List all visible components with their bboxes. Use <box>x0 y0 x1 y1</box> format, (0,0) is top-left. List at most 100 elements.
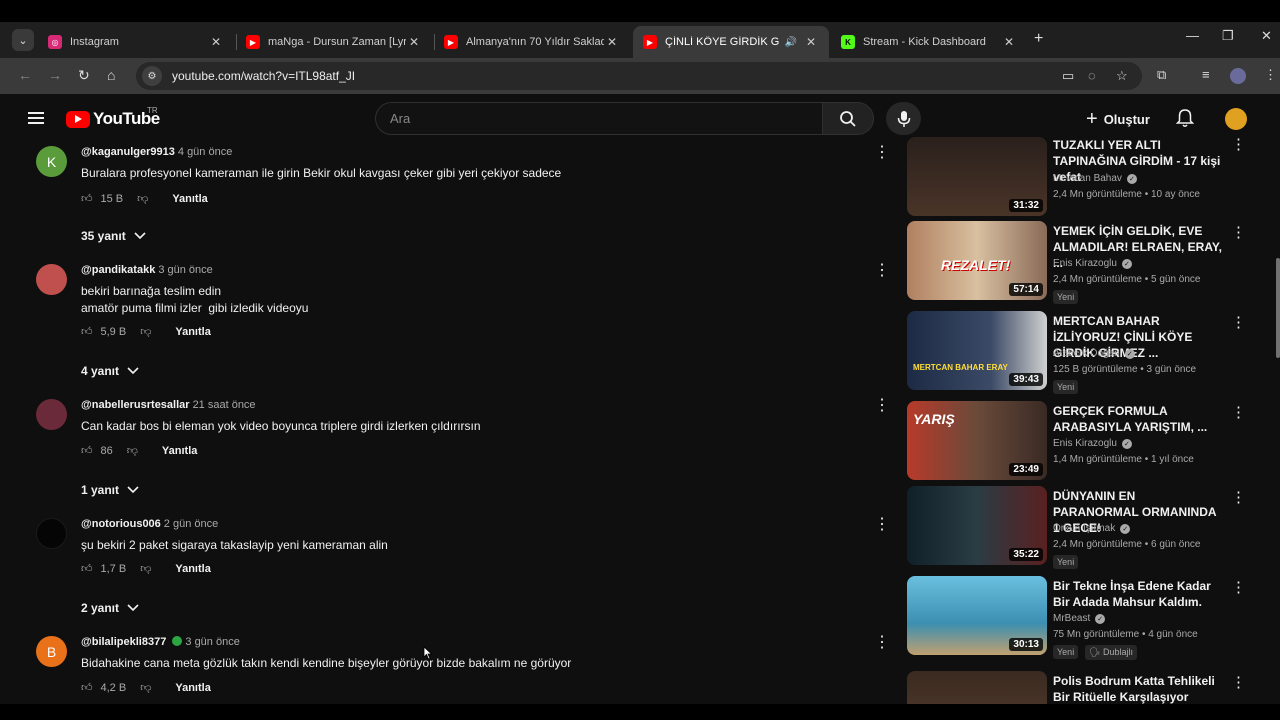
commenter-avatar[interactable] <box>36 264 67 295</box>
replies-toggle[interactable]: 2 yanıt <box>81 601 139 615</box>
comment-time[interactable]: 3 gün önce <box>185 636 239 648</box>
video-title[interactable]: Polis Bodrum Katta Tehlikeli Bir Ritüell… <box>1053 673 1223 704</box>
recommendation-item[interactable]: MERTCAN BAHAR ERAY 39:43 MERTCAN BAHAR İ… <box>907 311 1252 394</box>
thumbs-down-icon[interactable]: 👎︎ <box>140 562 151 575</box>
reply-button[interactable]: Yanıtla <box>175 682 210 694</box>
video-thumbnail[interactable]: YARIŞ 23:49 <box>907 401 1047 480</box>
reply-button[interactable]: Yanıtla <box>175 563 210 575</box>
thumbs-up-icon[interactable]: 👍︎ <box>81 444 93 457</box>
replies-toggle[interactable]: 35 yanıt <box>81 229 146 243</box>
thumbs-down-icon[interactable]: 👎︎ <box>140 325 151 338</box>
more-vert-icon[interactable]: ⋮ <box>874 395 890 415</box>
channel-name[interactable]: Mevtcan Bahav ✓ <box>1053 173 1137 184</box>
commenter-avatar[interactable]: K <box>36 146 67 177</box>
close-window-icon[interactable]: ✕ <box>1261 28 1272 44</box>
tab-kick[interactable]: K Stream - Kick Dashboard ✕ <box>831 26 1027 58</box>
recommendation-item[interactable]: REZALET! 57:14 YEMEK İÇİN GELDİK, EVE AL… <box>907 221 1252 304</box>
search-button[interactable] <box>822 102 874 135</box>
site-info-icon[interactable]: ⚙ <box>142 66 162 86</box>
close-icon[interactable]: ✕ <box>604 35 620 49</box>
back-arrow-icon[interactable]: ← <box>18 67 32 83</box>
more-vert-icon[interactable]: ⋮ <box>1231 673 1246 691</box>
tab-manga[interactable]: ▶ maNga - Dursun Zaman [Lyrics ✕ <box>236 26 432 58</box>
commenter-avatar[interactable]: B <box>36 636 67 667</box>
video-thumbnail[interactable]: REZALET! 57:14 <box>907 221 1047 300</box>
hamburger-menu-icon[interactable] <box>28 112 44 124</box>
thumbs-up-icon[interactable]: 👍︎ <box>81 192 93 205</box>
minimize-icon[interactable]: — <box>1186 28 1199 43</box>
thumbs-down-icon[interactable]: 👎︎ <box>140 681 151 694</box>
more-vert-icon[interactable]: ⋮ <box>1231 313 1246 331</box>
browser-menu-icon[interactable]: ⋮ <box>1264 67 1277 83</box>
video-thumbnail[interactable]: MERTCAN BAHAR ERAY 39:43 <box>907 311 1047 390</box>
speaker-icon[interactable]: 🔊 <box>785 37 797 48</box>
recommendation-item[interactable]: 31:32 TUZAKLI YER ALTI TAPINAĞINA GİRDİM… <box>907 135 1252 217</box>
more-vert-icon[interactable]: ⋮ <box>1231 578 1246 596</box>
more-vert-icon[interactable]: ⋮ <box>874 632 890 652</box>
forward-arrow-icon[interactable]: → <box>48 67 62 83</box>
url-text[interactable]: youtube.com/watch?v=ITL98atf_JI <box>172 69 355 83</box>
thumbs-up-icon[interactable]: 👍︎ <box>81 681 93 694</box>
recommendation-item[interactable]: Polis Bodrum Katta Tehlikeli Bir Ritüell… <box>907 671 1252 704</box>
channel-name[interactable]: Enis Kirazoglu ✓ <box>1053 438 1132 449</box>
close-icon[interactable]: ✕ <box>406 35 422 49</box>
comment-author[interactable]: @nabellerusrtesallar <box>81 399 190 411</box>
media-control-icon[interactable]: ≡ <box>1202 67 1210 82</box>
extensions-icon[interactable]: ⧉ <box>1157 67 1166 83</box>
comment-author[interactable]: @kaganulger9913 <box>81 146 175 158</box>
more-vert-icon[interactable]: ⋮ <box>874 260 890 280</box>
comment-time[interactable]: 3 gün önce <box>158 264 212 276</box>
search-box[interactable] <box>375 102 823 135</box>
eye-off-icon[interactable]: ◌ <box>1088 68 1096 83</box>
cast-icon[interactable]: ▭ <box>1062 68 1074 84</box>
thumbs-up-icon[interactable]: 👍︎ <box>81 562 93 575</box>
bookmark-star-icon[interactable]: ☆ <box>1116 68 1128 84</box>
comment-time[interactable]: 4 gün önce <box>178 146 232 158</box>
video-thumbnail[interactable]: 30:13 <box>907 576 1047 655</box>
recommendation-item[interactable]: 35:22 DÜNYANIN EN PARANORMAL ORMANINDA 1… <box>907 486 1252 569</box>
more-vert-icon[interactable]: ⋮ <box>1231 135 1246 153</box>
thumbs-down-icon[interactable]: 👎︎ <box>137 192 148 205</box>
replies-toggle[interactable]: 4 yanıt <box>81 364 139 378</box>
reply-button[interactable]: Yanıtla <box>162 445 197 457</box>
thumbs-up-icon[interactable]: 👍︎ <box>81 325 93 338</box>
video-thumbnail[interactable]: 31:32 <box>907 137 1047 216</box>
video-title[interactable]: GERÇEK FORMULA ARABASIYLA YARIŞTIM, ... <box>1053 403 1223 435</box>
commenter-avatar[interactable] <box>36 518 67 549</box>
commenter-avatar[interactable] <box>36 399 67 430</box>
voice-search-button[interactable] <box>886 102 921 135</box>
search-input[interactable] <box>390 111 823 126</box>
video-title[interactable]: Bir Tekne İnşa Edene Kadar Bir Adada Mah… <box>1053 578 1223 610</box>
address-bar[interactable]: ⚙ youtube.com/watch?v=ITL98atf_JI ▭ ◌ ☆ <box>136 62 1142 90</box>
more-vert-icon[interactable]: ⋮ <box>1231 488 1246 506</box>
tab-search-button[interactable]: ⌄ <box>12 29 34 51</box>
video-thumbnail[interactable] <box>907 671 1047 704</box>
more-vert-icon[interactable]: ⋮ <box>874 514 890 534</box>
profile-avatar[interactable] <box>1230 68 1246 84</box>
recommendation-item[interactable]: 30:13 Bir Tekne İnşa Edene Kadar Bir Ada… <box>907 576 1252 660</box>
comment-author[interactable]: @pandikatakk <box>81 264 155 276</box>
channel-name[interactable]: Ataberk Doğan ✓ <box>1053 348 1135 359</box>
notifications-button[interactable] <box>1175 108 1195 133</box>
reply-button[interactable]: Yanıtla <box>172 193 207 205</box>
comment-time[interactable]: 21 saat önce <box>193 399 256 411</box>
replies-toggle[interactable]: 1 yanıt <box>81 483 139 497</box>
reload-icon[interactable]: ↻ <box>78 67 90 84</box>
close-icon[interactable]: ✕ <box>1001 35 1017 49</box>
thumbs-down-icon[interactable]: 👎︎ <box>127 444 138 457</box>
comment-time[interactable]: 2 gün önce <box>164 518 218 530</box>
tab-instagram[interactable]: ◎ Instagram ✕ <box>38 26 234 58</box>
more-vert-icon[interactable]: ⋮ <box>1231 403 1246 421</box>
close-icon[interactable]: ✕ <box>208 35 224 49</box>
channel-name[interactable]: MrBeast ✓ <box>1053 613 1106 624</box>
reply-button[interactable]: Yanıtla <box>175 326 210 338</box>
maximize-icon[interactable]: ❐ <box>1222 28 1234 44</box>
channel-name[interactable]: Orkun Işıtmak ✓ <box>1053 523 1131 534</box>
comment-author[interactable]: @notorious006 <box>81 518 161 530</box>
tab-cinli-koye[interactable]: ▶ ÇİNLİ KÖYE GİRDİK GİRMEZ 🔊 ✕ <box>633 26 829 58</box>
recommendation-item[interactable]: YARIŞ 23:49 GERÇEK FORMULA ARABASIYLA YA… <box>907 401 1252 481</box>
youtube-logo[interactable]: YouTube <box>66 109 160 129</box>
close-icon[interactable]: ✕ <box>803 35 819 49</box>
tab-almanya[interactable]: ▶ Almanya'nın 70 Yıldır Sakladığı ✕ <box>434 26 630 58</box>
comment-author[interactable]: @bilalipekli8377 <box>81 636 166 648</box>
